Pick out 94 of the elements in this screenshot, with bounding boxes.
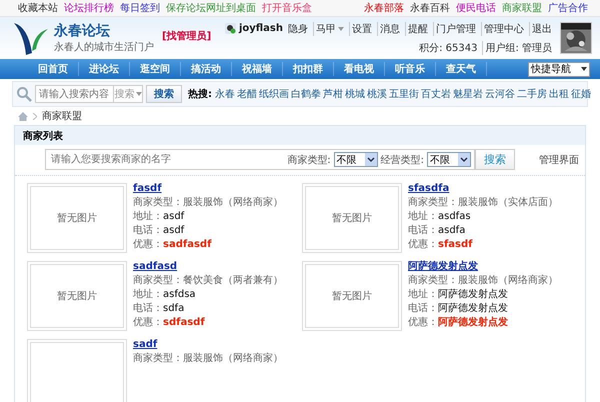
top-link[interactable]: 论坛排行榜: [64, 1, 114, 15]
user-group-label: 用户组: 管理员: [482, 40, 554, 54]
no-image-label: 暂无图片: [57, 290, 97, 303]
caret-icon: [136, 92, 142, 96]
nav-link[interactable]: 逛空间: [130, 62, 181, 76]
user-menu-link[interactable]: 设置: [349, 22, 374, 36]
dropdown-icon: [458, 153, 470, 166]
quick-nav-select[interactable]: 快捷导航: [528, 62, 590, 76]
points-label: 积分: 65343: [418, 42, 478, 54]
home-icon[interactable]: [18, 112, 28, 120]
merchant-detail: 地址：asdfas: [408, 211, 472, 223]
merchant-detail: 商家类型：服装服饰（网络商家）: [133, 353, 283, 365]
hot-search-link[interactable]: 白鹤拳: [291, 87, 321, 101]
nav-link[interactable]: 搞活动: [181, 62, 232, 76]
dropdown-icon: [364, 153, 377, 166]
hot-search-link[interactable]: 魅星岩: [453, 87, 483, 101]
hot-search-link[interactable]: 老醋: [237, 87, 257, 101]
user-menu-link[interactable]: 提醒: [405, 22, 430, 36]
top-link[interactable]: 永春百科: [410, 1, 450, 15]
user-menu-link[interactable]: 消息: [377, 22, 402, 36]
site-title: 永春论坛: [54, 22, 111, 40]
filter-select[interactable]: 不限: [427, 152, 471, 167]
merchant-detail: 商家类型：服装服饰（网络商家）: [408, 275, 558, 287]
filter-select[interactable]: 不限: [334, 152, 378, 167]
merchant-detail: 商家类型：服装服饰（网络商家）: [133, 197, 283, 209]
chevron-icon: [33, 112, 37, 120]
merchant-detail: 地址：asdf: [133, 211, 186, 223]
nav-link[interactable]: 听音乐: [385, 62, 436, 76]
merchant-detail: 电话：sdfa: [133, 303, 186, 315]
user-menu-link[interactable]: 门户管理: [433, 22, 478, 36]
merchant-detail: 优惠：sadfasdf: [133, 239, 212, 251]
merchant-detail: 电话：asdfa: [408, 225, 466, 237]
panel-title: 商家列表: [23, 129, 63, 142]
no-image-label: 暂无图片: [57, 212, 97, 225]
merchant-name-link[interactable]: sfasdfa: [408, 183, 558, 195]
merchant-detail: 优惠：sfasdf: [408, 239, 474, 251]
nav-link[interactable]: 祝福墙: [232, 62, 283, 76]
nav-link[interactable]: 扣扣群: [283, 62, 334, 76]
admin-panel-link[interactable]: 管理界面: [539, 152, 579, 166]
merchant-detail: 地址：asfdsa: [133, 289, 197, 301]
hot-search-link[interactable]: 出租: [549, 87, 569, 101]
hot-search-label: 热搜:: [188, 88, 212, 101]
merchant-detail: 电话：asdf: [133, 225, 186, 237]
nav-link[interactable]: 查天气: [436, 62, 487, 76]
hot-search-link[interactable]: 桃城: [345, 87, 365, 101]
user-menu-link[interactable]: 退出: [529, 22, 554, 36]
hot-search-link[interactable]: 芦柑: [323, 87, 343, 101]
user-menu-link[interactable]: 管理中心: [481, 22, 526, 36]
merchant-detail: 商家类型：服装服饰（实体店面）: [408, 197, 558, 209]
hot-search-link[interactable]: 云河谷: [485, 87, 515, 101]
search-icon: [16, 86, 32, 102]
hot-search-link[interactable]: 桃溪: [367, 87, 387, 101]
hot-search-link[interactable]: 五里街: [389, 87, 419, 101]
nav-link[interactable]: 看电视: [334, 62, 385, 76]
breadcrumb-link[interactable]: 商家联盟: [42, 109, 82, 123]
admin-link[interactable]: [找管理员]: [162, 29, 212, 43]
merchant-detail: 优惠：sdfasdf: [133, 317, 206, 329]
hot-search-link[interactable]: 二手房: [517, 87, 547, 101]
merchant-name-link[interactable]: sadfasd: [133, 261, 283, 273]
filter-label: 商家类型:: [287, 154, 331, 166]
caret-icon: [581, 67, 587, 71]
merchant-detail: 地址：阿萨德发射点发: [408, 289, 509, 301]
top-link[interactable]: 保存论坛网址到桌面: [166, 1, 256, 15]
caret-icon: [338, 26, 344, 30]
top-link[interactable]: 永春部落: [364, 1, 404, 15]
nav-link[interactable]: 进论坛: [79, 62, 130, 76]
site-slogan: 永春人的城市生活门户: [54, 40, 154, 54]
hot-search-link[interactable]: 纸织画: [259, 87, 289, 101]
hot-search-link[interactable]: 征婚: [571, 87, 591, 101]
hot-search-link[interactable]: 百丈岩: [421, 87, 451, 101]
merchant-name-link[interactable]: sadf: [133, 339, 283, 351]
status-label: 隐身: [287, 22, 309, 36]
merchant-detail: 商家类型：餐饮美食（两者兼有）: [133, 275, 283, 287]
top-link[interactable]: 每日签到: [120, 1, 160, 15]
merchant-detail: 优惠：阿萨德发射点发: [408, 317, 509, 329]
qq-icon: [224, 23, 236, 34]
merchant-name-link[interactable]: 阿萨德发射点发: [408, 261, 558, 273]
no-image-label: 暂无图片: [332, 212, 372, 225]
merchant-name-link[interactable]: fasdf: [133, 183, 283, 195]
top-link[interactable]: 收藏本站: [18, 1, 58, 15]
user-menu-link[interactable]: 马甲: [313, 22, 346, 36]
no-image-label: 暂无图片: [332, 290, 372, 303]
hot-search-link[interactable]: 永春: [215, 87, 235, 101]
nav-link[interactable]: 回首页: [28, 62, 79, 76]
top-link[interactable]: 商家联盟: [502, 1, 542, 15]
merchant-detail: 电话：阿萨德发射点发: [408, 303, 509, 315]
search-button[interactable]: 搜索: [146, 85, 182, 103]
search-button[interactable]: 搜索: [475, 149, 515, 170]
top-link[interactable]: 打开音乐盒: [262, 1, 312, 15]
username[interactable]: joyflash: [238, 23, 283, 34]
search-field[interactable]: 请输入搜索内容: [35, 85, 113, 103]
top-link[interactable]: 便民电话: [456, 1, 496, 15]
top-link[interactable]: 广告合作: [548, 1, 588, 15]
filter-label: 经营类型:: [380, 154, 424, 166]
